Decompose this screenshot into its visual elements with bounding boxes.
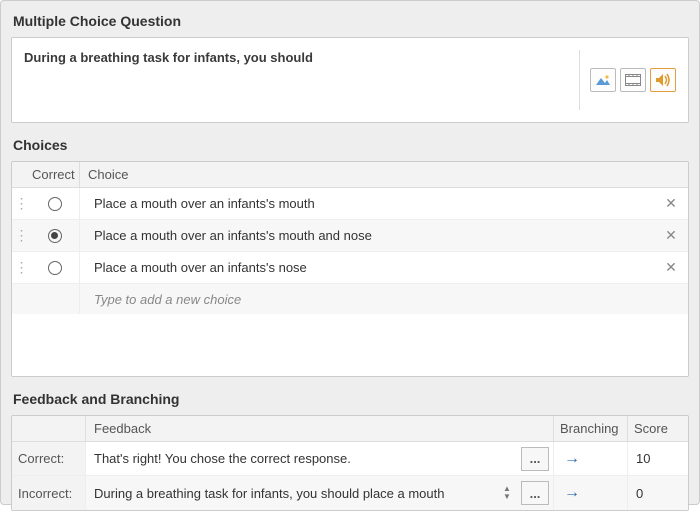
choice-row: ⋮ Place a mouth over an infants's nose ✕ (12, 252, 688, 284)
section-title-choices: Choices (13, 137, 689, 153)
feedback-row-correct: Correct: That's right! You chose the cor… (12, 442, 688, 476)
insert-audio-button[interactable] (650, 68, 676, 92)
feedback-scroll-spinner[interactable]: ▲ ▼ (503, 485, 517, 501)
choice-text[interactable]: Place a mouth over an infants's mouth (80, 196, 654, 211)
chevron-down-icon[interactable]: ▼ (503, 493, 517, 501)
delete-choice-button[interactable]: ✕ (654, 195, 688, 212)
correct-radio[interactable] (30, 188, 80, 219)
choice-text[interactable]: Place a mouth over an infants's nose (80, 260, 654, 275)
correct-radio[interactable] (30, 220, 80, 251)
drag-handle-icon[interactable]: ⋮ (12, 227, 30, 244)
feedback-more-button[interactable]: ... (521, 447, 549, 471)
feedback-text[interactable]: During a breathing task for infants, you… (94, 486, 499, 501)
correct-radio[interactable] (30, 252, 80, 283)
new-choice-row[interactable]: Type to add a new choice (12, 284, 688, 314)
choice-row: ⋮ Place a mouth over an infants's mouth … (12, 220, 688, 252)
image-icon (595, 74, 611, 86)
drag-handle-icon[interactable]: ⋮ (12, 259, 30, 276)
choices-table: Correct Choice ⋮ Place a mouth over an i… (11, 161, 689, 377)
score-value[interactable]: 10 (628, 442, 688, 475)
feedback-table: Feedback Branching Score Correct: That's… (11, 415, 689, 511)
choices-header-correct: Correct (30, 162, 80, 187)
new-choice-placeholder: Type to add a new choice (80, 292, 241, 307)
feedback-more-button[interactable]: ... (521, 481, 549, 505)
video-icon (625, 74, 641, 86)
choices-wrap: Correct Choice ⋮ Place a mouth over an i… (11, 161, 689, 377)
question-text[interactable]: During a breathing task for infants, you… (24, 50, 579, 65)
delete-choice-button[interactable]: ✕ (654, 227, 688, 244)
insert-video-button[interactable] (620, 68, 646, 92)
audio-icon (655, 73, 671, 87)
choices-header-choice: Choice (80, 167, 688, 182)
question-box: During a breathing task for infants, you… (11, 37, 689, 123)
section-title-feedback: Feedback and Branching (13, 391, 689, 407)
choices-header-row: Correct Choice (12, 162, 688, 188)
choices-empty-space (12, 314, 688, 376)
feedback-header-row: Feedback Branching Score (12, 416, 688, 442)
branching-arrow-icon[interactable]: → (564, 450, 580, 468)
feedback-label: Correct: (12, 442, 86, 475)
branching-arrow-icon[interactable]: → (564, 484, 580, 502)
insert-image-button[interactable] (590, 68, 616, 92)
delete-choice-button[interactable]: ✕ (654, 259, 688, 276)
drag-handle-icon[interactable]: ⋮ (12, 195, 30, 212)
feedback-header-branching: Branching (554, 416, 628, 441)
media-buttons (579, 50, 676, 110)
feedback-text[interactable]: That's right! You chose the correct resp… (94, 451, 517, 466)
feedback-header-feedback: Feedback (86, 416, 554, 441)
section-title-question: Multiple Choice Question (13, 13, 689, 29)
feedback-header-score: Score (628, 416, 688, 441)
choice-text[interactable]: Place a mouth over an infants's mouth an… (80, 228, 654, 243)
editor-panel: Multiple Choice Question During a breath… (0, 0, 700, 505)
choice-row: ⋮ Place a mouth over an infants's mouth … (12, 188, 688, 220)
